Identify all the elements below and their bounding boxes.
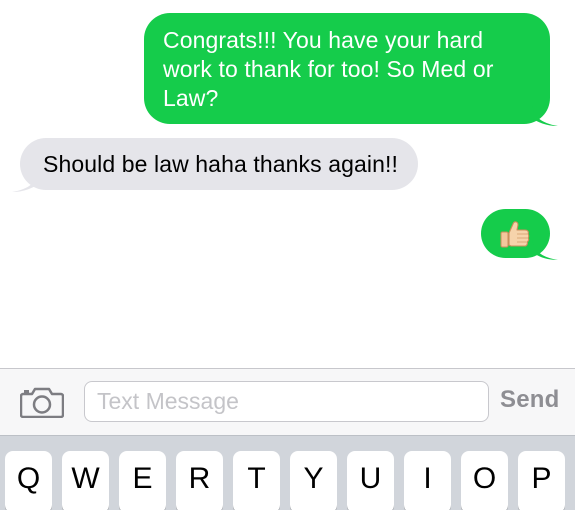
key-i[interactable]: I <box>404 451 451 510</box>
message-text-field[interactable] <box>84 381 489 422</box>
outgoing-message-bubble[interactable]: Congrats!!! You have your hard work to t… <box>144 13 558 126</box>
key-y[interactable]: Y <box>290 451 337 510</box>
bubble-tail <box>532 240 558 260</box>
camera-icon[interactable] <box>20 386 64 418</box>
key-q[interactable]: Q <box>5 451 52 510</box>
key-w[interactable]: W <box>62 451 109 510</box>
thumbs-up-emoji-icon <box>500 221 530 248</box>
message-input-bar: Send <box>0 368 575 435</box>
bubble-tail <box>12 172 38 192</box>
key-u[interactable]: U <box>347 451 394 510</box>
bubble-tail <box>532 106 558 126</box>
key-t[interactable]: T <box>233 451 280 510</box>
message-text: Congrats!!! You have your hard work to t… <box>163 27 494 111</box>
outgoing-emoji-bubble[interactable] <box>481 209 558 260</box>
message-text: Should be law haha thanks again!! <box>43 151 398 177</box>
incoming-message-bubble[interactable]: Should be law haha thanks again!! <box>12 138 418 192</box>
send-button[interactable]: Send <box>500 386 559 414</box>
key-r[interactable]: R <box>176 451 223 510</box>
keyboard: Q W E R T Y U I O P <box>0 435 575 510</box>
key-o[interactable]: O <box>461 451 508 510</box>
messages-screen: Congrats!!! You have your hard work to t… <box>0 0 575 510</box>
key-p[interactable]: P <box>518 451 565 510</box>
conversation-transcript: Congrats!!! You have your hard work to t… <box>0 0 575 368</box>
key-e[interactable]: E <box>119 451 166 510</box>
